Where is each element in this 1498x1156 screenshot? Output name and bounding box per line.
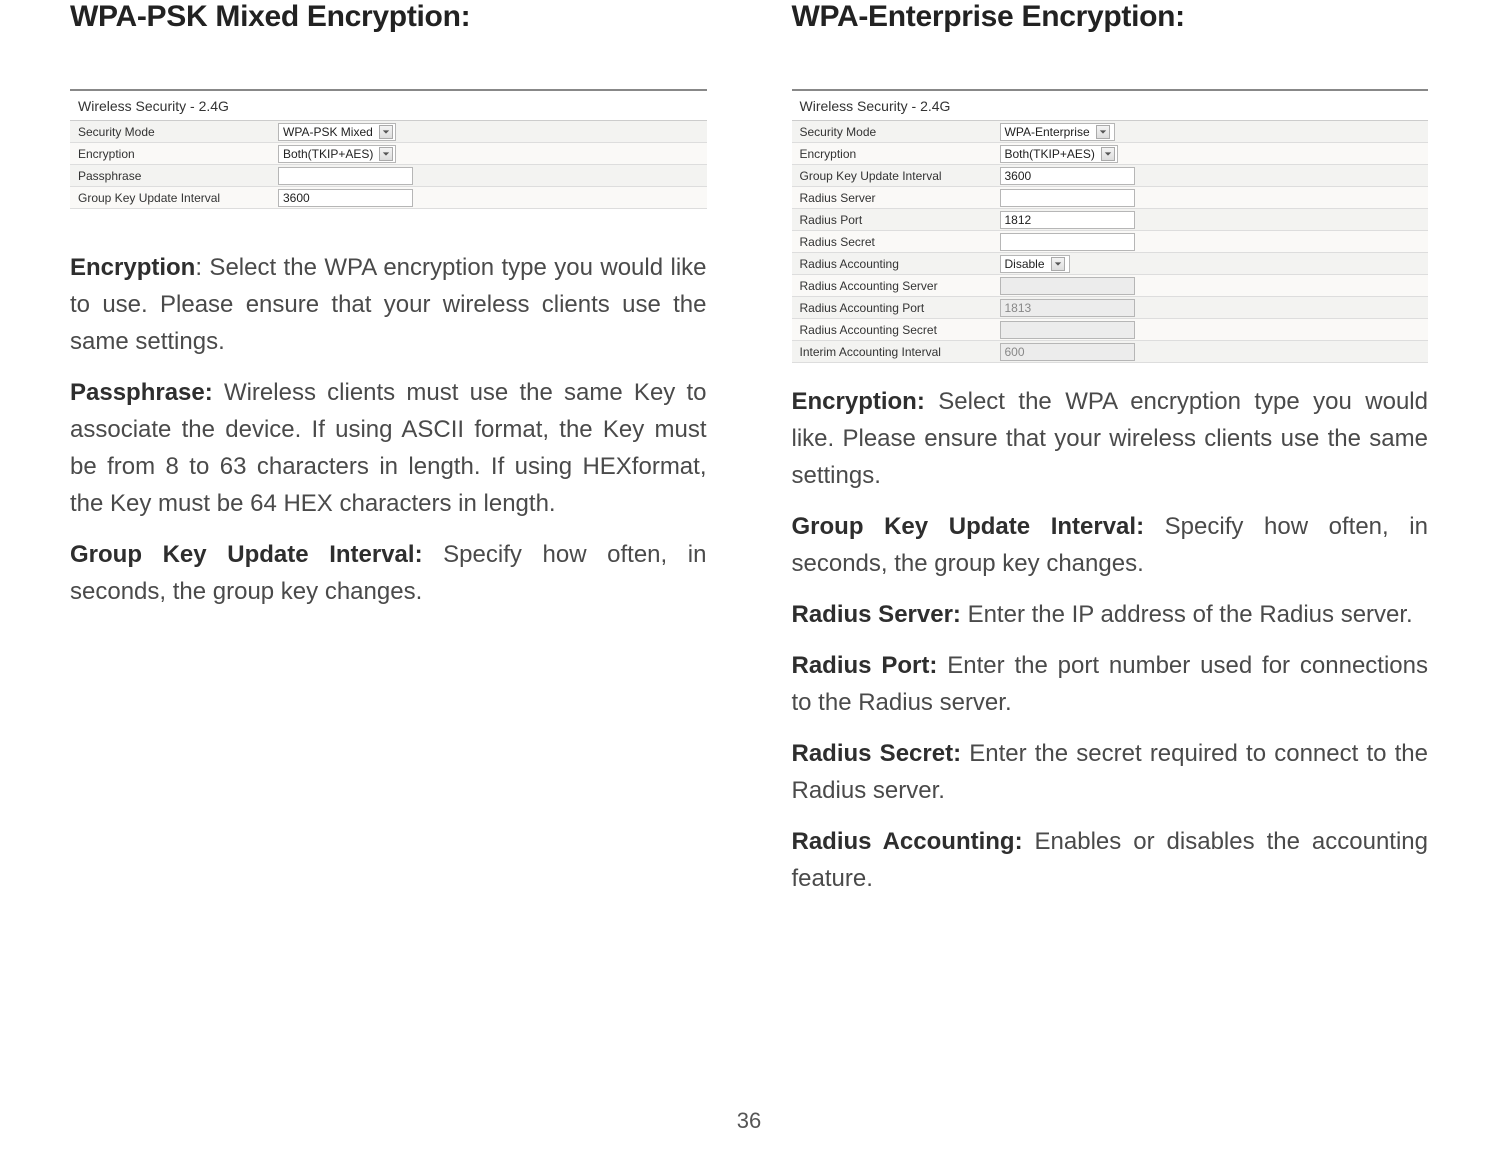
form-label: Encryption [800,147,1000,161]
security-mode-select[interactable]: WPA-Enterprise [1000,123,1115,141]
interim-acct-interval-field: 600 [1000,343,1135,361]
form-row: Security Mode WPA-PSK Mixed [70,121,707,143]
form-row: Radius Accounting Secret [792,319,1429,341]
left-heading: WPA-PSK Mixed Encryption: [70,0,707,34]
select-value: Both(TKIP+AES) [1005,147,1095,161]
radius-server-field[interactable] [1000,189,1135,207]
form-label: Radius Secret [800,235,1000,249]
form-row: Interim Accounting Interval 600 [792,341,1429,363]
form-row: Radius Server [792,187,1429,209]
form-label: Security Mode [78,125,278,139]
radius-acct-server-field [1000,277,1135,295]
radius-acct-port-field: 1813 [1000,299,1135,317]
form-label: Passphrase [78,169,278,183]
form-row: Encryption Both(TKIP+AES) [70,143,707,165]
term: Encryption: [792,388,925,415]
passphrase-field[interactable] [278,167,413,185]
form-row: Radius Secret [792,231,1429,253]
form-row: Radius Port 1812 [792,209,1429,231]
form-row: Radius Accounting Server [792,275,1429,297]
form-row: Radius Accounting Disable [792,253,1429,275]
term: Group Key Update Interval: [70,541,423,568]
paragraph: Radius Server: Enter the IP address of t… [792,596,1429,633]
form-label: Radius Accounting Secret [800,323,1000,337]
security-mode-select[interactable]: WPA-PSK Mixed [278,123,396,141]
left-form: Wireless Security - 2.4G Security Mode W… [70,89,707,209]
left-form-title: Wireless Security - 2.4G [70,91,707,121]
radius-secret-field[interactable] [1000,233,1135,251]
paragraph: Radius Port: Enter the port number used … [792,647,1429,721]
form-label: Radius Accounting Server [800,279,1000,293]
left-paragraphs: Encryption: Select the WPA encryption ty… [70,249,707,610]
form-label: Encryption [78,147,278,161]
form-label: Security Mode [800,125,1000,139]
paragraph: Group Key Update Interval: Specify how o… [70,536,707,610]
form-row: Group Key Update Interval 3600 [792,165,1429,187]
select-value: Both(TKIP+AES) [283,147,373,161]
paragraph: Radius Accounting: Enables or disables t… [792,823,1429,897]
group-key-interval-field[interactable]: 3600 [278,189,413,207]
form-label: Radius Port [800,213,1000,227]
form-row: Security Mode WPA-Enterprise [792,121,1429,143]
right-heading: WPA-Enterprise Encryption: [792,0,1429,34]
right-column: WPA-Enterprise Encryption: Wireless Secu… [792,0,1429,897]
form-label: Radius Accounting Port [800,301,1000,315]
encryption-select[interactable]: Both(TKIP+AES) [1000,145,1118,163]
group-key-interval-field[interactable]: 3600 [1000,167,1135,185]
term: Radius Server: [792,601,961,628]
term: Radius Secret: [792,740,962,767]
term: Radius Accounting: [792,828,1023,855]
form-row: Passphrase [70,165,707,187]
paragraph: Radius Secret: Enter the secret required… [792,735,1429,809]
radius-acct-secret-field [1000,321,1135,339]
page-content: WPA-PSK Mixed Encryption: Wireless Secur… [0,0,1498,897]
chevron-down-icon [379,147,393,161]
term: Encryption [70,254,195,281]
right-paragraphs: Encryption: Select the WPA encryption ty… [792,383,1429,897]
term: Radius Port: [792,652,938,679]
radius-port-field[interactable]: 1812 [1000,211,1135,229]
paragraph: Passphrase: Wireless clients must use th… [70,374,707,522]
form-label: Group Key Update Interval [800,169,1000,183]
chevron-down-icon [1101,147,1115,161]
form-row: Encryption Both(TKIP+AES) [792,143,1429,165]
chevron-down-icon [1096,125,1110,139]
form-label: Radius Server [800,191,1000,205]
form-label: Radius Accounting [800,257,1000,271]
radius-accounting-select[interactable]: Disable [1000,255,1070,273]
encryption-select[interactable]: Both(TKIP+AES) [278,145,396,163]
chevron-down-icon [379,125,393,139]
form-label: Group Key Update Interval [78,191,278,205]
paragraph: Group Key Update Interval: Specify how o… [792,508,1429,582]
right-form: Wireless Security - 2.4G Security Mode W… [792,89,1429,363]
term: Passphrase: [70,379,213,406]
page-number: 36 [0,1108,1498,1134]
chevron-down-icon [1051,257,1065,271]
form-row: Radius Accounting Port 1813 [792,297,1429,319]
right-form-title: Wireless Security - 2.4G [792,91,1429,121]
select-value: WPA-PSK Mixed [283,125,373,139]
select-value: WPA-Enterprise [1005,125,1090,139]
paragraph: Encryption: Select the WPA encryption ty… [70,249,707,360]
select-value: Disable [1005,257,1045,271]
form-label: Interim Accounting Interval [800,345,1000,359]
left-column: WPA-PSK Mixed Encryption: Wireless Secur… [70,0,707,897]
term: Group Key Update Interval: [792,513,1145,540]
text: Enter the IP address of the Radius serve… [961,601,1413,628]
form-row: Group Key Update Interval 3600 [70,187,707,209]
paragraph: Encryption: Select the WPA encryption ty… [792,383,1429,494]
